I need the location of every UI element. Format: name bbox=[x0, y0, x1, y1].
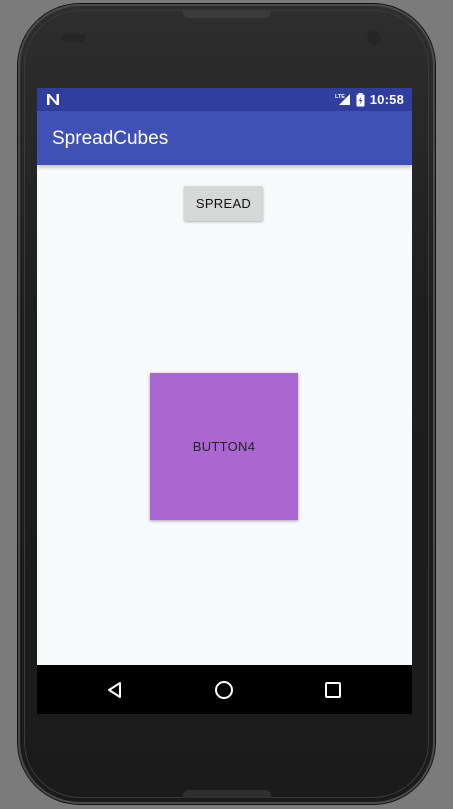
proximity-sensor bbox=[62, 34, 86, 42]
device-screen: LTE 10:58 SpreadCubes SPREAD BUTTON4 bbox=[37, 88, 412, 714]
home-icon bbox=[215, 681, 233, 699]
recents-icon bbox=[325, 682, 341, 698]
front-camera bbox=[367, 31, 381, 45]
lte-label: LTE bbox=[335, 94, 345, 100]
cube-button-4[interactable]: BUTTON4 bbox=[150, 373, 298, 520]
n-notification-icon bbox=[47, 94, 59, 105]
status-icons: LTE 10:58 bbox=[335, 88, 404, 111]
lte-signal-icon: LTE bbox=[335, 94, 350, 105]
spread-button[interactable]: SPREAD bbox=[184, 186, 263, 221]
back-icon bbox=[108, 682, 121, 698]
status-bar: LTE 10:58 bbox=[37, 88, 412, 111]
bottom-speaker bbox=[183, 790, 271, 798]
top-speaker bbox=[183, 10, 271, 18]
app-bar: SpreadCubes bbox=[37, 111, 412, 165]
status-time: 10:58 bbox=[369, 92, 404, 107]
home-button[interactable] bbox=[204, 673, 244, 707]
app-title: SpreadCubes bbox=[52, 128, 169, 149]
main-content: SPREAD BUTTON4 bbox=[37, 165, 412, 665]
back-button[interactable] bbox=[95, 673, 135, 707]
battery-icon bbox=[356, 92, 365, 106]
recents-button[interactable] bbox=[313, 673, 353, 707]
navigation-bar bbox=[37, 665, 412, 714]
